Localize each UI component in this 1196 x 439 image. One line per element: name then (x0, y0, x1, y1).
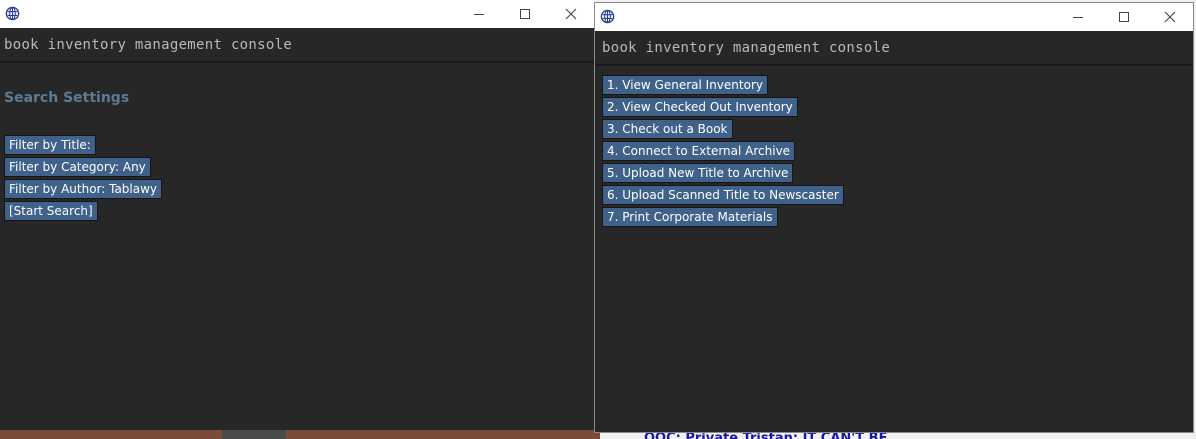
minimize-icon (1073, 16, 1083, 18)
console-title: book inventory management console (602, 39, 891, 56)
main-menu-window: book inventory management console 1. Vie… (594, 2, 1194, 433)
menu-item-view-checked-out-inventory[interactable]: 2. View Checked Out Inventory (602, 97, 798, 117)
console-header: book inventory management console (0, 28, 594, 63)
menu-item-upload-scanned-title[interactable]: 6. Upload Scanned Title to Newscaster (602, 185, 844, 205)
console-header: book inventory management console (595, 31, 1193, 66)
menu-item-check-out-book[interactable]: 3. Check out a Book (602, 119, 733, 139)
filter-author-link[interactable]: Filter by Author: Tablawy (4, 179, 163, 199)
console-title: book inventory management console (4, 36, 293, 53)
filter-category-link[interactable]: Filter by Category: Any (4, 157, 151, 177)
minimize-button[interactable] (1055, 3, 1101, 31)
close-icon (565, 8, 577, 20)
main-menu-list: 1. View General Inventory 2. View Checke… (602, 75, 1186, 227)
window-titlebar[interactable] (0, 0, 594, 28)
close-button[interactable] (1147, 3, 1193, 31)
minimize-button[interactable] (456, 0, 502, 28)
maximize-icon (520, 9, 530, 19)
globe-icon (5, 6, 20, 21)
close-icon (1164, 11, 1176, 23)
start-search-link[interactable]: [Start Search] (4, 201, 98, 221)
window-titlebar[interactable] (595, 3, 1193, 31)
filter-title-link[interactable]: Filter by Title: (4, 135, 96, 155)
close-button[interactable] (548, 0, 594, 28)
search-filter-list: Filter by Title: Filter by Category: Any… (4, 135, 590, 221)
minimize-icon (474, 13, 484, 15)
menu-item-upload-new-title[interactable]: 5. Upload New Title to Archive (602, 163, 794, 183)
maximize-button[interactable] (502, 0, 548, 28)
maximize-button[interactable] (1101, 3, 1147, 31)
background-game-strip-gray (222, 430, 286, 439)
globe-icon (600, 9, 615, 24)
search-settings-window: book inventory management console Search… (0, 0, 594, 430)
menu-item-connect-external-archive[interactable]: 4. Connect to External Archive (602, 141, 796, 161)
menu-item-print-corporate-materials[interactable]: 7. Print Corporate Materials (602, 207, 778, 227)
menu-item-view-general-inventory[interactable]: 1. View General Inventory (602, 75, 768, 95)
maximize-icon (1119, 12, 1129, 22)
background-game-strip (0, 430, 600, 439)
section-title: Search Settings (4, 90, 130, 106)
